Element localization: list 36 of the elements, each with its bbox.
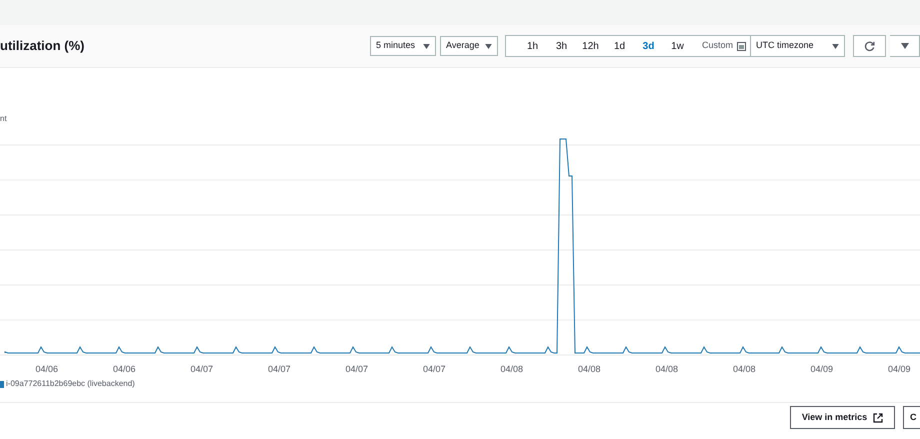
time-range-option[interactable]: 1d [605, 38, 634, 54]
legend-label[interactable]: i-09a772611b2b69ebc (livebackend) [6, 378, 135, 390]
refresh-button[interactable] [853, 35, 886, 57]
widget-title: utilization (%) [0, 37, 84, 56]
time-range-option[interactable]: 3d [634, 38, 663, 54]
caret-icon [900, 43, 908, 49]
time-range-option[interactable]: 12h [576, 38, 605, 54]
x-axis-label: 04/06 [35, 363, 58, 376]
time-range-option[interactable]: 1h [518, 38, 547, 54]
x-axis-label: 04/08 [578, 363, 601, 376]
x-axis-label: 04/07 [345, 363, 368, 376]
x-axis-label: 04/07 [268, 363, 291, 376]
caret-icon [423, 44, 430, 48]
y-axis-label: nt [0, 113, 7, 125]
more-dropdown[interactable] [890, 35, 920, 57]
action-button[interactable]: C [903, 406, 920, 429]
x-axis-label: 04/06 [112, 363, 136, 376]
refresh-icon [864, 40, 875, 52]
timezone-dropdown[interactable]: UTC timezone [750, 36, 844, 56]
x-axis-label: 04/07 [190, 363, 214, 376]
external-link-icon [873, 412, 884, 422]
time-range-option[interactable]: 1w [663, 38, 692, 54]
caret-icon [832, 44, 839, 48]
period-dropdown[interactable]: 5 minutes [370, 36, 436, 56]
custom-range-button[interactable]: Custom [698, 36, 750, 56]
time-range-option[interactable]: 3h [547, 38, 576, 54]
x-axis-label: 04/08 [655, 363, 678, 376]
statistic-dropdown[interactable]: Average [440, 36, 498, 56]
x-axis-label: 04/08 [500, 363, 524, 376]
x-axis-label: 04/09 [810, 363, 834, 376]
x-axis-label: 04/09 [888, 363, 911, 376]
x-axis-label: 04/07 [422, 363, 446, 376]
calendar-icon [737, 42, 746, 50]
x-axis-label: 04/08 [732, 363, 756, 376]
view-in-metrics-button[interactable]: View in metrics [790, 406, 895, 429]
caret-icon [485, 44, 492, 48]
